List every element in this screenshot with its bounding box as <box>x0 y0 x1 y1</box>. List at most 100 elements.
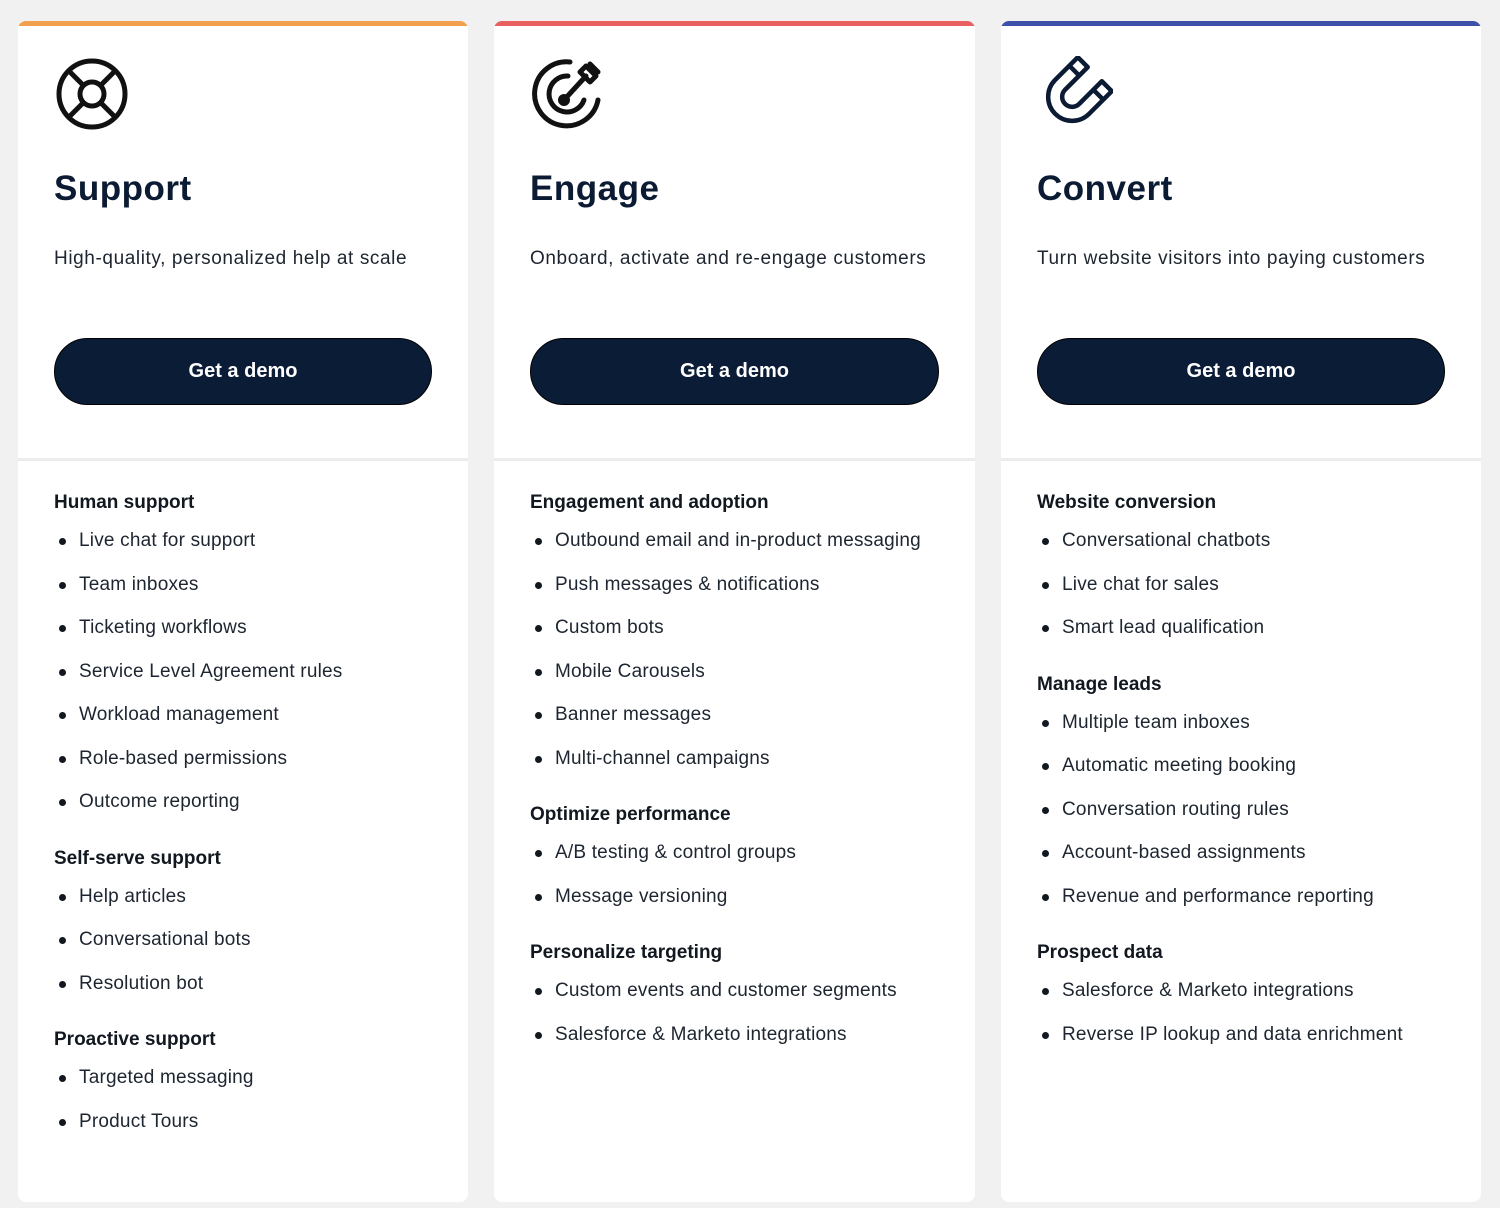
bullet-icon <box>535 538 542 545</box>
bullet-icon <box>1042 893 1049 901</box>
feature-section: Manage leads Multiple team inboxes Automat… <box>1037 671 1461 914</box>
bullet-icon <box>59 538 66 545</box>
list-item: Custom events and customer segments <box>530 974 955 1008</box>
lifebuoy-icon <box>54 56 130 132</box>
list-item-label: Smart lead qualification <box>1062 617 1265 638</box>
list-item: Outcome reporting <box>54 785 448 819</box>
bullet-icon <box>1042 538 1049 545</box>
list-item-label: Conversational bots <box>79 929 251 950</box>
list-item: Team inboxes <box>54 568 448 602</box>
list-item: Account-based assignments <box>1037 836 1461 870</box>
list-item-label: Team inboxes <box>79 573 199 595</box>
list-item: Multiple team inboxes <box>1037 706 1461 740</box>
bullet-icon <box>535 755 542 763</box>
bullet-icon <box>59 1118 66 1126</box>
feature-list: Human support Live chat for support Team i… <box>54 489 448 1164</box>
section-title: Engagement and adoption <box>530 492 769 513</box>
card-title: Support <box>54 169 192 208</box>
bullet-icon <box>59 625 66 632</box>
list-item-label: Help articles <box>79 885 187 907</box>
bullet-icon <box>535 712 542 719</box>
bullet-icon <box>1042 806 1049 814</box>
list-item: Push messages & notifications <box>530 568 955 602</box>
card-header: Engage Onboard, activate and re-engage c… <box>494 21 975 458</box>
bullet-icon <box>59 937 66 944</box>
bullet-icon <box>59 799 66 806</box>
list-item-label: Targeted messaging <box>79 1067 254 1088</box>
list-item: Custom bots <box>530 611 955 645</box>
feature-section: Engagement and adoption Outbound email an… <box>530 489 955 775</box>
get-demo-button[interactable]: Get a demo <box>530 338 939 405</box>
card-subtitle: Onboard, activate and re-engage customer… <box>530 248 927 269</box>
list-item-label: A/B testing & control groups <box>555 842 797 863</box>
list-item-label: Multi-channel campaigns <box>555 747 770 769</box>
get-demo-button[interactable]: Get a demo <box>1037 338 1445 405</box>
target-arrow-icon <box>530 56 606 132</box>
card-convert: Convert Turn website visitors into payin… <box>1001 21 1481 1202</box>
section-title: Prospect data <box>1037 942 1163 963</box>
list-item: A/B testing & control groups <box>530 836 955 870</box>
bullet-icon <box>59 1075 66 1082</box>
list-item-label: Mobile Carousels <box>555 660 705 682</box>
list-item: Help articles <box>54 880 448 914</box>
bullet-icon <box>535 581 542 589</box>
bullet-icon <box>535 625 542 632</box>
divider <box>18 458 468 461</box>
feature-section: Proactive support Targeted messaging Produ… <box>54 1026 448 1138</box>
bullet-icon <box>1042 850 1049 857</box>
bullet-icon <box>59 581 66 589</box>
list-item: Reverse IP lookup and data enrichment <box>1037 1018 1461 1052</box>
bullet-icon <box>59 980 66 988</box>
bullet-icon <box>1042 625 1049 632</box>
list-item-label: Outcome reporting <box>79 791 240 812</box>
list-item: Revenue and performance reporting <box>1037 880 1461 914</box>
list-item-label: Live chat for sales <box>1062 573 1219 595</box>
list-item-label: Salesforce & Marketo integrations <box>1062 980 1354 1001</box>
card-title: Convert <box>1037 169 1173 208</box>
list-item: Live chat for sales <box>1037 568 1461 602</box>
list-item: Workload management <box>54 698 448 732</box>
card-subtitle: High-quality, personalized help at scale <box>54 248 408 269</box>
list-item-label: Reverse IP lookup and data enrichment <box>1062 1023 1403 1045</box>
list-item-label: Automatic meeting booking <box>1062 755 1297 776</box>
feature-section: Website conversion Conversational chatbot… <box>1037 489 1461 645</box>
list-item: Banner messages <box>530 698 955 732</box>
list-item-label: Outbound email and in-product messaging <box>555 530 921 551</box>
bullet-icon <box>59 755 66 763</box>
list-item: Ticketing workflows <box>54 611 448 645</box>
list-item-label: Conversational chatbots <box>1062 530 1271 551</box>
list-item: Conversational bots <box>54 923 448 957</box>
list-item-label: Ticketing workflows <box>79 617 247 638</box>
list-item-label: Resolution bot <box>79 972 204 994</box>
list-item-label: Conversation routing rules <box>1062 798 1289 820</box>
list-item-label: Live chat for support <box>79 530 256 551</box>
list-item: Conversation routing rules <box>1037 793 1461 827</box>
list-item-label: Multiple team inboxes <box>1062 711 1250 733</box>
section-title: Manage leads <box>1037 673 1162 695</box>
bullet-icon <box>535 850 542 857</box>
list-item-label: Banner messages <box>555 704 712 725</box>
list-item-label: Revenue and performance reporting <box>1062 885 1374 907</box>
list-item: Outbound email and in-product messaging <box>530 524 955 558</box>
magnet-icon <box>1037 56 1113 132</box>
bullet-icon <box>535 893 542 901</box>
list-item: Product Tours <box>54 1105 448 1139</box>
feature-section: Human support Live chat for support Team i… <box>54 489 448 819</box>
list-item: Mobile Carousels <box>530 655 955 689</box>
list-item-label: Custom bots <box>555 617 664 638</box>
card-header: Support High-quality, personalized help … <box>18 21 468 458</box>
list-item: Automatic meeting booking <box>1037 749 1461 783</box>
list-item: Targeted messaging <box>54 1061 448 1095</box>
list-item-label: Product Tours <box>79 1110 199 1132</box>
get-demo-button[interactable]: Get a demo <box>54 338 432 405</box>
section-title: Self-serve support <box>54 847 221 869</box>
card-title: Engage <box>530 169 660 208</box>
bullet-icon <box>535 988 542 995</box>
list-item-label: Message versioning <box>555 885 728 907</box>
list-item: Conversational chatbots <box>1037 524 1461 558</box>
list-item-label: Custom events and customer segments <box>555 980 897 1001</box>
card-header: Convert Turn website visitors into payin… <box>1001 21 1481 458</box>
bullet-icon <box>535 668 542 676</box>
section-title: Optimize performance <box>530 804 731 825</box>
bullet-icon <box>535 1031 542 1039</box>
